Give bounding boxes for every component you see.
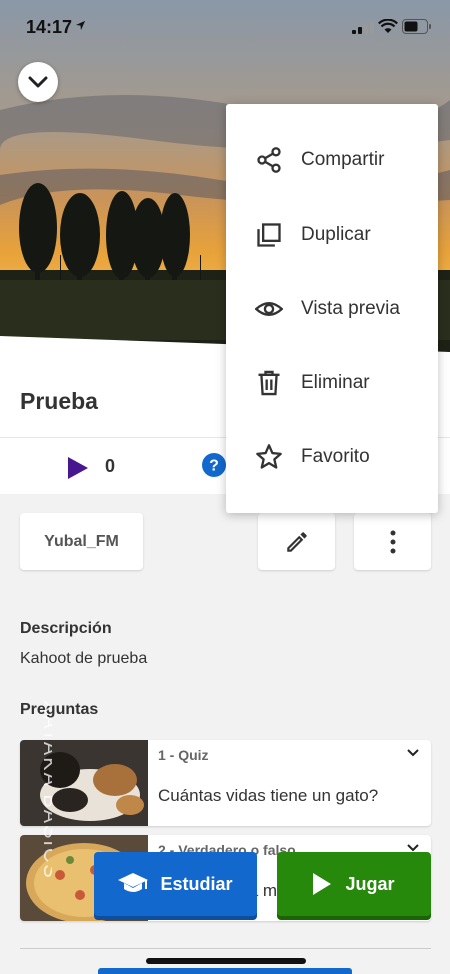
play-label: Jugar <box>345 873 395 894</box>
wifi-icon <box>378 19 398 33</box>
menu-item-share[interactable]: Compartir <box>226 123 438 197</box>
home-indicator[interactable] <box>146 958 306 964</box>
menu-item-label: Compartir <box>301 149 385 170</box>
edit-button[interactable] <box>258 513 335 570</box>
menu-item-label: Favorito <box>301 446 370 467</box>
signal-icon <box>352 21 374 34</box>
svg-text:?: ? <box>209 458 219 475</box>
menu-item-favorite[interactable]: Favorito <box>226 420 438 494</box>
question-type: 1 - Quiz <box>158 747 209 763</box>
study-button[interactable]: Estudiar <box>94 852 257 916</box>
bottom-tab-bar <box>98 968 352 974</box>
status-bar: 14:17 <box>0 0 450 54</box>
menu-item-duplicate[interactable]: Duplicar <box>226 198 438 272</box>
description-heading: Descripción <box>20 620 112 637</box>
owner-button[interactable]: Yubal_FM <box>20 513 143 570</box>
plays-count: 0 <box>105 456 116 476</box>
play-button[interactable]: Jugar <box>277 852 431 916</box>
graduation-cap-icon <box>118 873 149 892</box>
question-text: Cuántas vidas tiene un gato? <box>158 786 379 805</box>
chevron-down-icon[interactable] <box>407 844 419 852</box>
battery-icon <box>402 19 431 34</box>
divider <box>20 948 431 949</box>
menu-item-label: Eliminar <box>301 372 370 393</box>
owner-name: Yubal_FM <box>44 532 119 550</box>
location-arrow-icon <box>75 20 86 31</box>
question-info-icon[interactable]: ? <box>202 453 226 477</box>
star-icon <box>256 444 282 469</box>
collapse-button[interactable] <box>18 62 58 102</box>
description-text: Kahoot de prueba <box>20 650 148 667</box>
plays-icon <box>68 457 88 479</box>
more-options-button[interactable] <box>354 513 431 570</box>
eye-icon <box>255 302 283 316</box>
question-card[interactable]: 1 - Quiz Cuántas vidas tiene un gato? <box>20 740 431 826</box>
chevron-down-icon <box>28 76 48 88</box>
pencil-icon <box>286 531 307 552</box>
study-label: Estudiar <box>160 873 233 894</box>
trash-icon <box>258 370 280 396</box>
share-icon <box>257 147 281 173</box>
duplicate-icon <box>257 223 281 247</box>
play-icon <box>313 873 332 895</box>
menu-item-preview[interactable]: Vista previa <box>226 272 438 346</box>
menu-item-delete[interactable]: Eliminar <box>226 346 438 420</box>
watermark-logo: XATAKA BASICS <box>39 700 52 880</box>
kahoot-title: Prueba <box>20 388 98 414</box>
status-time: 14:17 <box>26 17 73 37</box>
options-menu: Compartir Duplicar Vista previa Eliminar… <box>226 104 438 513</box>
menu-item-label: Vista previa <box>301 298 400 319</box>
svg-text:XATAKA BASICS: XATAKA BASICS <box>39 700 52 880</box>
more-vertical-icon <box>390 530 395 553</box>
chevron-down-icon[interactable] <box>407 749 419 757</box>
menu-item-label: Duplicar <box>301 224 371 245</box>
